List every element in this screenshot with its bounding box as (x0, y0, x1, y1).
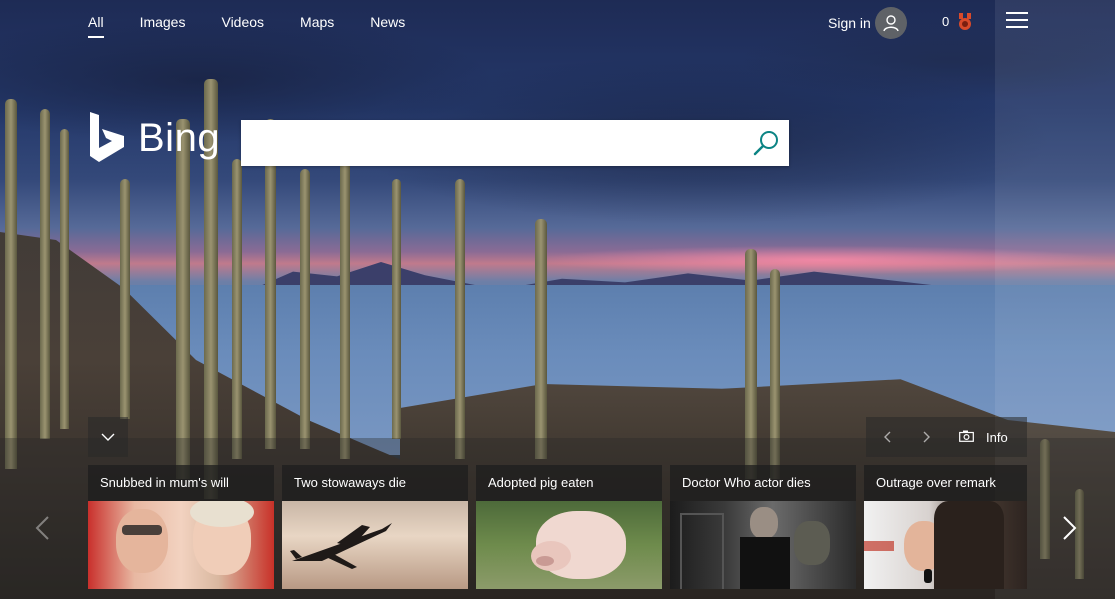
carousel-prev-arrow-icon[interactable] (34, 515, 50, 541)
news-card[interactable]: Snubbed in mum's will (88, 465, 274, 589)
camera-icon[interactable] (959, 430, 974, 442)
cactus (60, 129, 69, 429)
news-card-caption: Two stowaways die (282, 465, 468, 501)
sign-in-link[interactable]: Sign in (828, 15, 871, 31)
tab-maps[interactable]: Maps (300, 14, 334, 38)
carousel-next-arrow-icon[interactable] (1062, 515, 1078, 541)
news-card-thumbnail (282, 501, 468, 589)
tab-all[interactable]: All (88, 14, 104, 38)
cactus (265, 119, 276, 449)
cactus (535, 219, 547, 459)
cactus (5, 99, 17, 469)
bing-b-icon (90, 112, 124, 162)
chevron-down-icon (101, 433, 115, 441)
user-silhouette-icon (883, 15, 899, 32)
news-card-thumbnail (476, 501, 662, 589)
info-button[interactable]: Info (986, 430, 1008, 445)
cactus (176, 119, 190, 479)
tab-news[interactable]: News (370, 14, 405, 38)
news-card-thumbnail (864, 501, 1027, 589)
news-card-thumbnail (670, 501, 856, 589)
tab-images[interactable]: Images (140, 14, 186, 38)
news-card-caption: Doctor Who actor dies (670, 465, 856, 501)
chevron-left-icon[interactable] (878, 427, 898, 447)
cactus (340, 129, 350, 459)
top-navigation: All Images Videos Maps News (88, 14, 441, 38)
chevron-right-icon[interactable] (916, 427, 936, 447)
news-card[interactable]: Doctor Who actor dies (670, 465, 856, 589)
logo-wordmark: Bing (138, 115, 221, 160)
collapse-carousel-button[interactable] (88, 417, 128, 457)
cactus (40, 109, 50, 439)
hamburger-menu-icon[interactable] (1006, 12, 1028, 30)
news-card-caption: Snubbed in mum's will (88, 465, 274, 501)
search-box (241, 120, 789, 166)
cactus (392, 179, 401, 439)
bing-logo[interactable]: Bing (88, 112, 220, 164)
news-card-thumbnail (88, 501, 274, 589)
user-avatar-icon[interactable] (875, 7, 907, 39)
search-icon[interactable] (753, 130, 779, 156)
cactus (232, 159, 242, 459)
cactus (300, 169, 310, 449)
news-card-caption: Outrage over remark (864, 465, 1027, 501)
news-carousel: Snubbed in mum's will Two stowaways die … (88, 465, 1027, 589)
news-card[interactable]: Outrage over remark (864, 465, 1027, 589)
news-card[interactable]: Adopted pig eaten (476, 465, 662, 589)
cactus (120, 179, 130, 419)
rewards-count[interactable]: 0 (942, 14, 949, 29)
cactus (455, 179, 465, 459)
news-card[interactable]: Two stowaways die (282, 465, 468, 589)
image-info-bar: Info (866, 417, 1027, 457)
search-input[interactable] (249, 120, 753, 166)
tab-videos[interactable]: Videos (221, 14, 264, 38)
rewards-medal-icon[interactable] (957, 13, 973, 31)
airplane-graphic (290, 523, 392, 569)
news-card-caption: Adopted pig eaten (476, 465, 662, 501)
